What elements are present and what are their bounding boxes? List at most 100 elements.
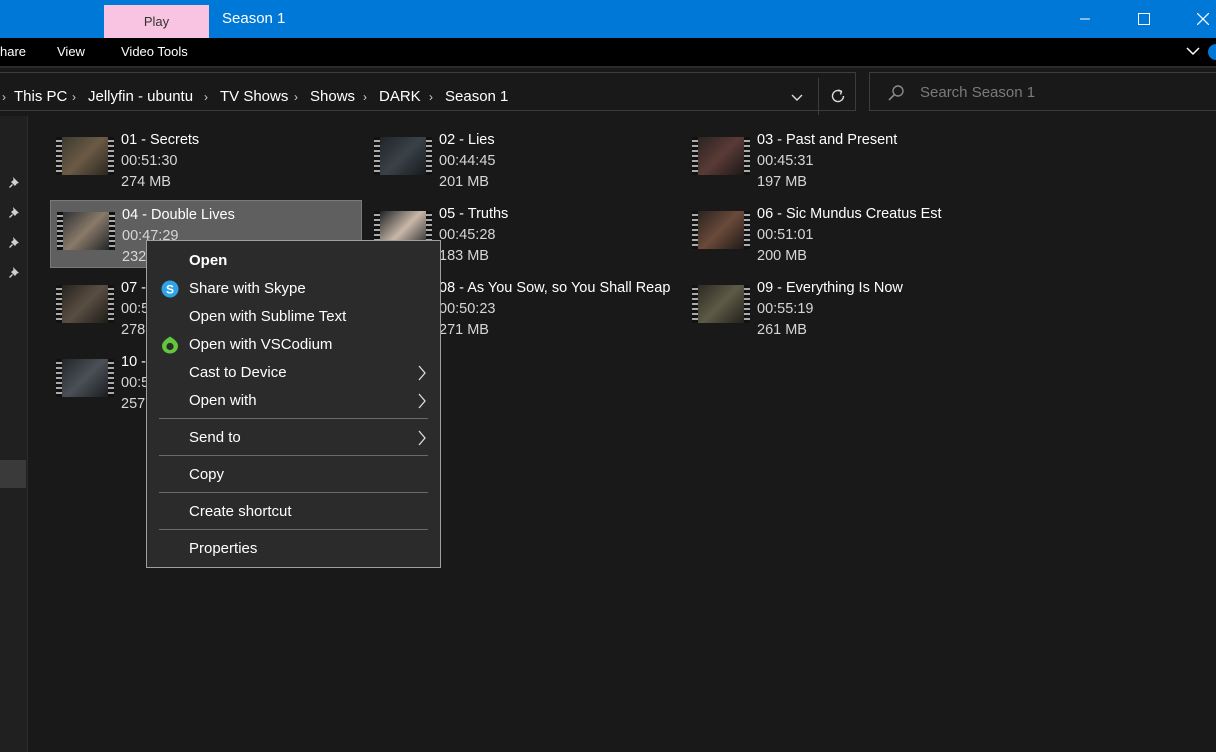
menu-item-label: Create shortcut xyxy=(189,503,292,520)
menu-item-properties[interactable]: Properties xyxy=(147,535,440,563)
file-name: 10 - xyxy=(121,354,146,370)
tab-share[interactable]: hare xyxy=(0,44,26,59)
video-thumbnail xyxy=(692,285,750,323)
navigation-pane xyxy=(0,116,28,752)
video-thumbnail xyxy=(56,137,114,175)
file-size: 274 MB xyxy=(121,174,171,190)
pin-icon[interactable] xyxy=(9,266,21,280)
menu-item-send-to[interactable]: Send to xyxy=(147,424,440,452)
menu-item-label: Cast to Device xyxy=(189,364,287,381)
file-item-06[interactable]: 06 - Sic Mundus Creatus Est 00:51:01 200… xyxy=(686,200,998,268)
window-title: Season 1 xyxy=(222,10,286,27)
breadcrumb-separator[interactable]: › xyxy=(204,90,208,104)
file-item-03[interactable]: 03 - Past and Present 00:45:31 197 MB xyxy=(686,126,998,194)
file-size: 197 MB xyxy=(757,174,807,190)
refresh-icon xyxy=(831,89,845,103)
file-duration: 00:5 xyxy=(121,375,150,391)
menu-item-label: Copy xyxy=(189,466,225,483)
tab-video-tools[interactable]: Video Tools xyxy=(121,44,188,59)
menu-item-label: Share with Skype xyxy=(189,280,306,297)
svg-text:S: S xyxy=(166,283,174,297)
breadcrumb-dark[interactable]: DARK xyxy=(379,88,421,105)
video-thumbnail xyxy=(56,359,114,397)
file-duration: 00:45:31 xyxy=(757,153,814,169)
menu-item-open-with-vscodium[interactable]: Open with VSCodium xyxy=(147,331,440,359)
file-size: 278 xyxy=(121,322,146,338)
file-size: 201 MB xyxy=(439,174,489,190)
menu-item-label: Open with xyxy=(189,392,257,409)
nav-selected-item[interactable] xyxy=(0,460,26,488)
file-size: 271 MB xyxy=(439,322,489,338)
maximize-button[interactable] xyxy=(1121,0,1167,38)
navigation-bar: › This PC › Jellyfin - ubuntu › TV Shows… xyxy=(0,68,1216,116)
file-size: 257 xyxy=(121,396,146,412)
menu-separator xyxy=(159,492,428,493)
divider xyxy=(818,78,819,115)
expand-ribbon-button[interactable] xyxy=(1185,44,1201,62)
breadcrumb-shows[interactable]: Shows xyxy=(310,88,355,105)
chevron-right-icon xyxy=(418,430,426,446)
breadcrumb-separator[interactable]: › xyxy=(429,90,433,104)
file-name: 09 - Everything Is Now xyxy=(757,280,903,296)
menu-item-open-with[interactable]: Open with xyxy=(147,387,440,415)
menu-item-open-with-sublime-text[interactable]: Open with Sublime Text xyxy=(147,303,440,331)
menu-item-label: Send to xyxy=(189,429,241,446)
file-item-09[interactable]: 09 - Everything Is Now 00:55:19 261 MB xyxy=(686,274,998,342)
file-name: 06 - Sic Mundus Creatus Est xyxy=(757,206,942,222)
tab-view[interactable]: View xyxy=(57,44,85,59)
file-duration: 00:5 xyxy=(121,301,150,317)
video-thumbnail xyxy=(57,212,115,250)
menu-separator xyxy=(159,418,428,419)
refresh-button[interactable] xyxy=(829,87,847,110)
menu-item-label: Properties xyxy=(189,540,258,557)
menu-separator xyxy=(159,529,428,530)
recent-locations-button[interactable] xyxy=(790,90,804,108)
menu-item-label: Open xyxy=(189,252,228,269)
pin-icon[interactable] xyxy=(9,206,21,220)
file-duration: 00:51:01 xyxy=(757,227,814,243)
breadcrumb-separator[interactable]: › xyxy=(72,90,76,104)
chevron-right-icon xyxy=(418,365,426,381)
breadcrumb-separator[interactable]: › xyxy=(363,90,367,104)
file-name: 03 - Past and Present xyxy=(757,132,898,148)
pin-icon[interactable] xyxy=(9,236,21,250)
address-bar[interactable]: › This PC › Jellyfin - ubuntu › TV Shows… xyxy=(0,72,856,115)
breadcrumb-this-pc[interactable]: This PC xyxy=(14,88,67,105)
file-size: 200 MB xyxy=(757,248,807,264)
menu-item-label: Open with VSCodium xyxy=(189,336,333,353)
close-button[interactable] xyxy=(1180,0,1216,38)
breadcrumb-season-1[interactable]: Season 1 xyxy=(445,88,508,105)
file-name: 05 - Truths xyxy=(439,206,509,222)
breadcrumb-separator: › xyxy=(2,90,6,104)
search-input[interactable]: Search Season 1 xyxy=(920,84,1035,101)
play-contextual-tab[interactable]: Play xyxy=(104,5,209,38)
chevron-down-icon xyxy=(1186,47,1200,56)
breadcrumb-separator[interactable]: › xyxy=(294,90,298,104)
file-size: 261 MB xyxy=(757,322,807,338)
file-item-01[interactable]: 01 - Secrets 00:51:30 274 MB xyxy=(50,126,362,194)
file-name: 04 - Double Lives xyxy=(122,207,235,223)
maximize-icon xyxy=(1138,13,1150,25)
chevron-down-icon xyxy=(791,94,803,101)
close-icon xyxy=(1197,13,1209,25)
menu-item-open[interactable]: Open xyxy=(147,247,440,275)
file-duration: 00:55:19 xyxy=(757,301,814,317)
vscodium-icon xyxy=(162,336,178,354)
file-name: 02 - Lies xyxy=(439,132,495,148)
minimize-button[interactable] xyxy=(1062,0,1108,38)
file-duration: 00:45:28 xyxy=(439,227,496,243)
file-duration: 00:51:30 xyxy=(121,153,178,169)
file-duration: 00:50:23 xyxy=(439,301,496,317)
menu-item-cast-to-device[interactable]: Cast to Device xyxy=(147,359,440,387)
menu-item-copy[interactable]: Copy xyxy=(147,461,440,489)
file-item-02[interactable]: 02 - Lies 00:44:45 201 MB xyxy=(368,126,680,194)
file-name: 07 - xyxy=(121,280,146,296)
breadcrumb-jellyfin[interactable]: Jellyfin - ubuntu xyxy=(88,88,193,105)
breadcrumb-tv-shows[interactable]: TV Shows xyxy=(220,88,288,105)
menu-item-create-shortcut[interactable]: Create shortcut xyxy=(147,498,440,526)
ribbon-tabs: hare View Video Tools xyxy=(0,38,1216,66)
pin-icon[interactable] xyxy=(9,176,21,190)
skype-icon: S xyxy=(161,280,179,298)
search-box[interactable]: Search Season 1 xyxy=(869,72,1216,111)
menu-item-share-with-skype[interactable]: S Share with Skype xyxy=(147,275,440,303)
